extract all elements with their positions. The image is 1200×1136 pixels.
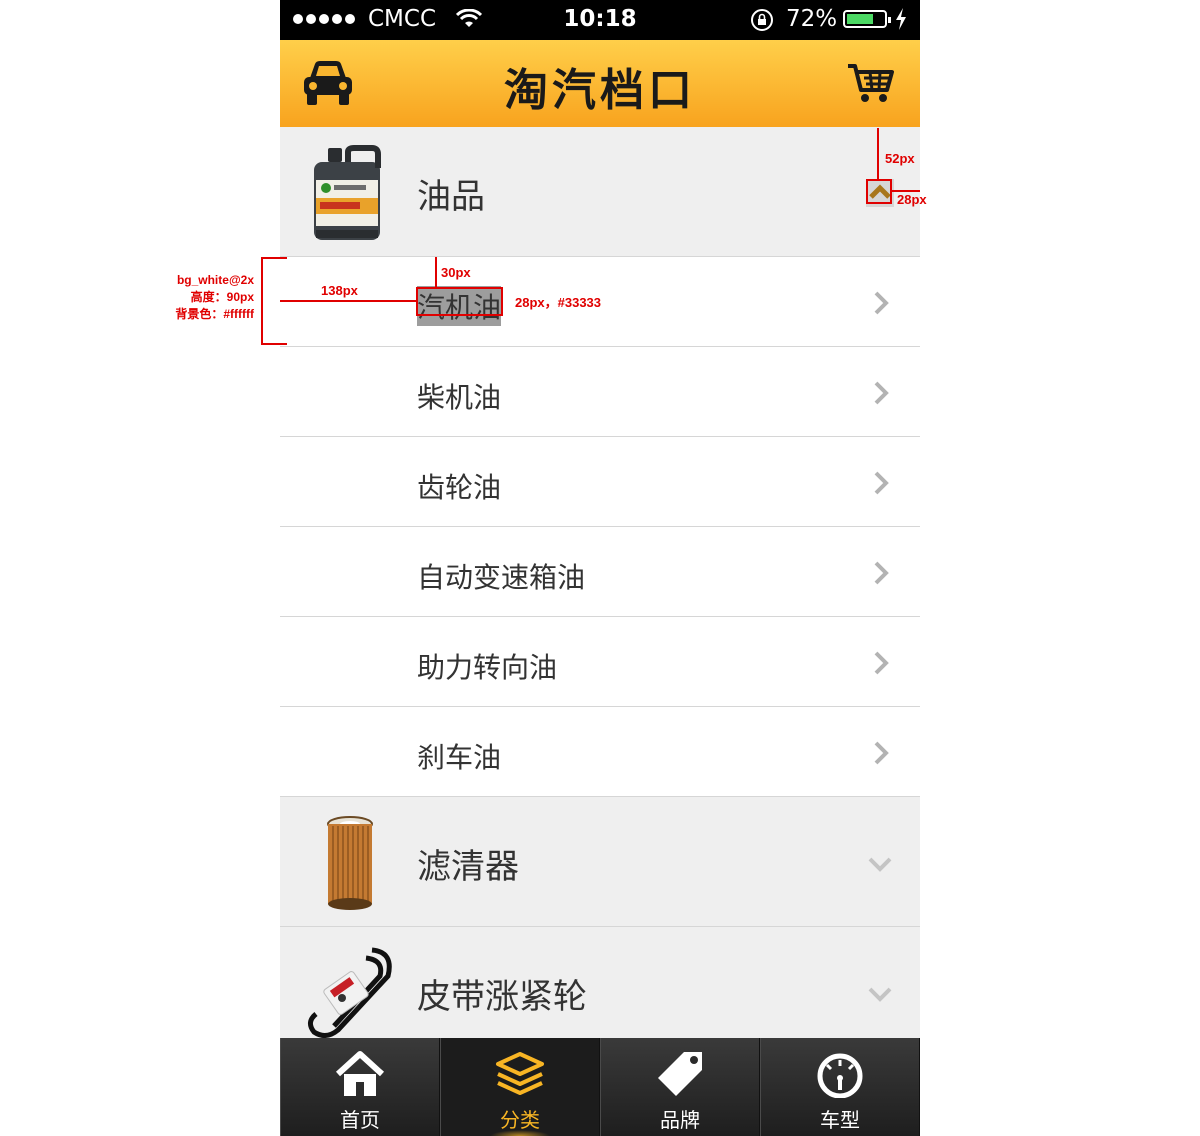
bracket-bottom — [261, 343, 287, 345]
chevron-right-icon — [872, 380, 890, 410]
battery-percent: 72% — [786, 6, 838, 32]
category-label: 皮带涨紧轮 — [417, 977, 587, 1017]
chevron-down-icon[interactable] — [866, 849, 894, 877]
row-spec-height: 高度：90px — [190, 290, 254, 304]
indent-line — [280, 300, 417, 302]
row-spec-bg: 背景色：#ffffff — [175, 307, 254, 321]
list-item-label: 助力转向油 — [417, 651, 558, 684]
motor-oil-jug-icon — [302, 142, 402, 242]
tab-label: 品牌 — [660, 1108, 700, 1132]
tab-label: 分类 — [500, 1108, 540, 1132]
chevron-right-icon — [872, 650, 890, 680]
chevron-down-icon[interactable] — [866, 979, 894, 1007]
rotation-lock-icon — [750, 8, 774, 38]
chevron-right-icon — [872, 560, 890, 590]
tab-home[interactable]: 首页 — [280, 1038, 440, 1136]
charging-icon — [895, 8, 907, 36]
list-item-label: 柴机油 — [417, 381, 502, 414]
list-item[interactable]: 自动变速箱油 — [280, 527, 920, 617]
chevron-right-icon — [872, 470, 890, 500]
row-height-bracket — [261, 257, 263, 345]
top-margin-annotation: 30px — [441, 265, 471, 280]
chevron-right-icon — [872, 740, 890, 770]
tab-brand[interactable]: 品牌 — [600, 1038, 760, 1136]
toggle-size-annotation: 28px — [897, 192, 927, 207]
tab-label: 首页 — [340, 1108, 380, 1132]
text-highlight-box — [416, 287, 503, 316]
tag-icon — [654, 1050, 706, 1102]
bracket-top — [261, 257, 287, 259]
indent-annotation: 138px — [321, 283, 358, 298]
list-item[interactable]: 齿轮油 — [280, 437, 920, 527]
layers-icon — [494, 1050, 546, 1102]
list-item-label: 自动变速箱油 — [417, 561, 586, 594]
text-spec-annotation: 28px，#33333 — [515, 295, 602, 310]
cart-icon[interactable] — [846, 62, 894, 108]
tab-bar: 首页 分类 品牌 车型 — [280, 1038, 920, 1136]
belt-icon — [302, 942, 402, 1042]
app-screen: CMCC 10:18 72% 淘汽档口 油品 汽机油 柴机油 齿轮油 自动变速箱… — [280, 0, 920, 1136]
row-spec-name: bg_white@2x — [176, 273, 254, 287]
status-bar: CMCC 10:18 72% — [280, 0, 920, 40]
toggle-highlight-box — [866, 179, 892, 204]
row-spec-annotation: bg_white@2x 高度：90px 背景色：#ffffff — [150, 272, 254, 323]
speedometer-icon — [814, 1050, 866, 1102]
list-item[interactable]: 柴机油 — [280, 347, 920, 437]
oil-filter-icon — [302, 812, 402, 912]
category-filter[interactable]: 滤清器 — [280, 797, 920, 927]
battery-icon — [843, 10, 891, 28]
active-tab-indicator — [490, 1130, 550, 1136]
list-item-label: 刹车油 — [417, 741, 502, 774]
tab-model[interactable]: 车型 — [760, 1038, 920, 1136]
page-title: 淘汽档口 — [504, 65, 696, 116]
toggle-top-line — [877, 128, 879, 180]
category-label: 油品 — [417, 177, 485, 217]
category-label: 滤清器 — [417, 847, 519, 887]
category-oil[interactable]: 油品 — [280, 127, 920, 257]
tab-category[interactable]: 分类 — [440, 1038, 600, 1136]
toggle-top-annotation: 52px — [885, 151, 915, 166]
list-item[interactable]: 刹车油 — [280, 707, 920, 797]
home-icon — [334, 1050, 386, 1102]
chevron-right-icon — [872, 290, 890, 320]
nav-bar: 淘汽档口 — [280, 40, 920, 128]
list-item-label: 齿轮油 — [417, 471, 502, 504]
list-item[interactable]: 助力转向油 — [280, 617, 920, 707]
top-margin-line — [435, 257, 437, 288]
tab-label: 车型 — [820, 1108, 860, 1132]
